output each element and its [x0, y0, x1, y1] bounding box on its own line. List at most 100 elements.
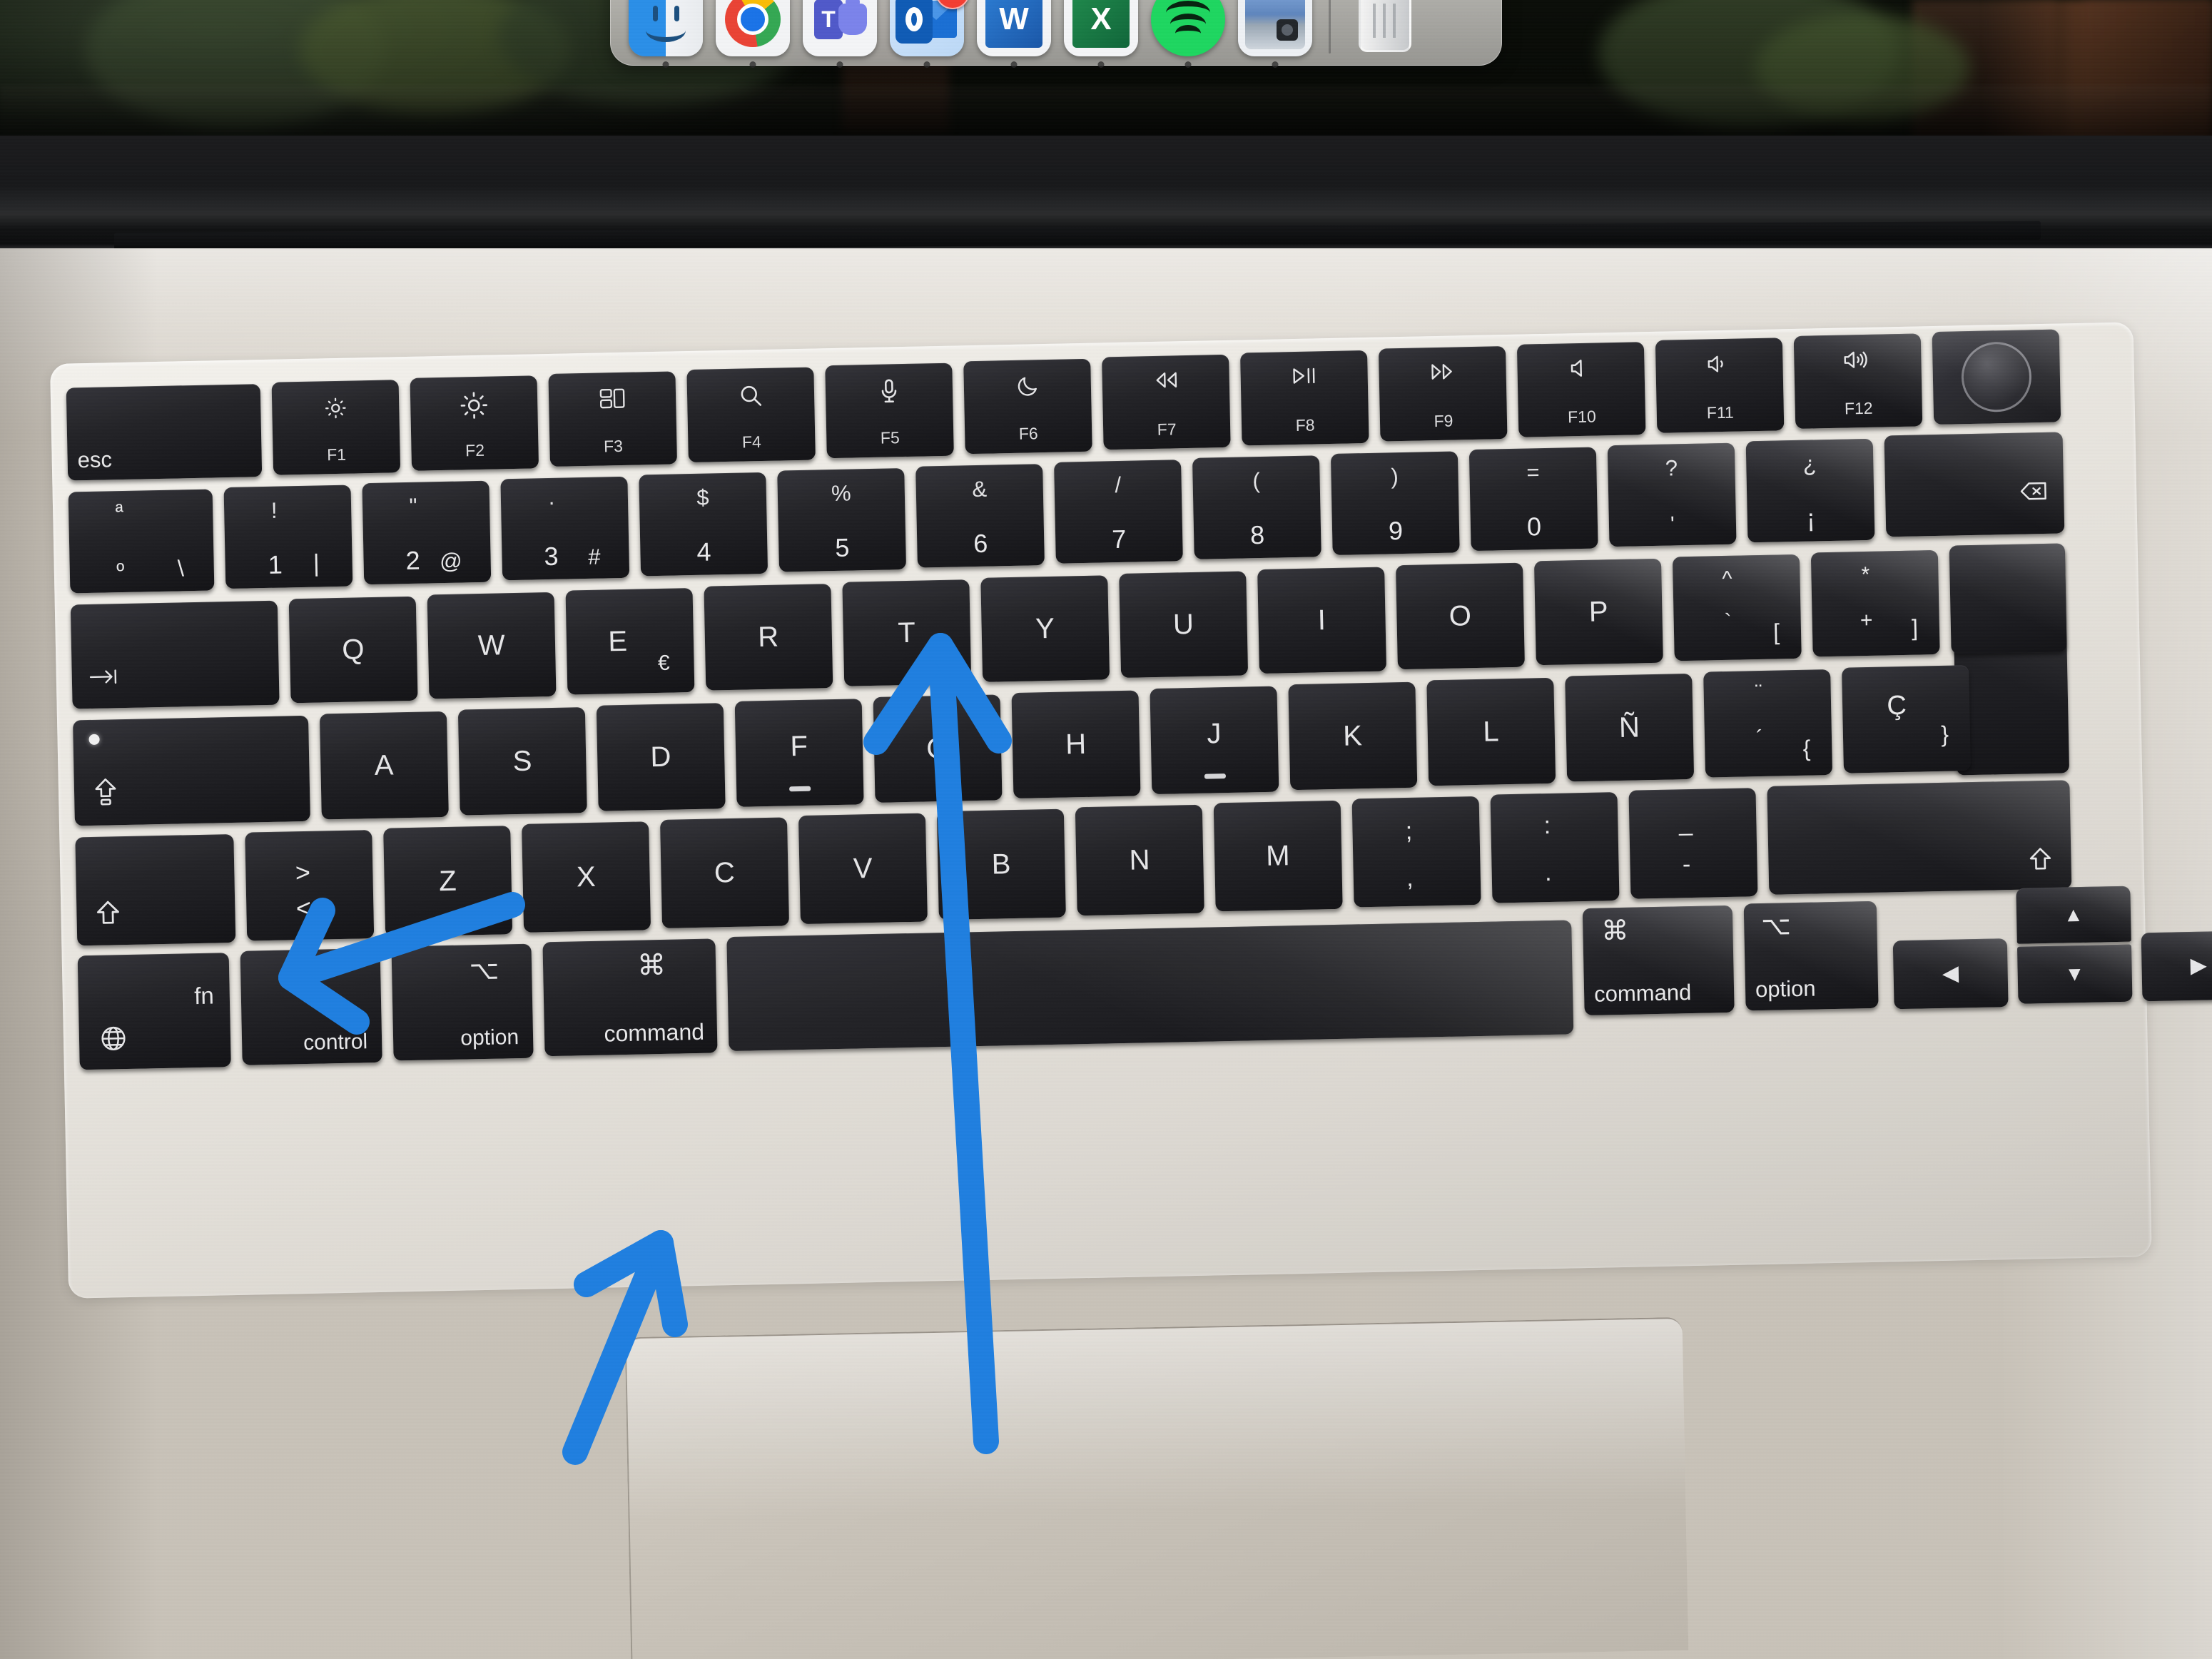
key-return-upper-notch[interactable]: [1949, 543, 2067, 654]
key-label-9: 9: [1388, 515, 1404, 546]
key-a[interactable]: A: [319, 711, 449, 820]
trackpad[interactable]: [624, 1316, 1689, 1659]
key-f4[interactable]: F4: [686, 367, 816, 463]
key-fn[interactable]: fn: [77, 953, 231, 1070]
key-left-command[interactable]: ⌘ command: [542, 938, 718, 1057]
key-c[interactable]: C: [659, 817, 790, 928]
key-2[interactable]: " 2 @: [362, 480, 492, 585]
key-e[interactable]: E €: [565, 587, 695, 695]
key-7[interactable]: / 7: [1054, 460, 1183, 564]
key-u[interactable]: U: [1119, 571, 1249, 678]
key-right-option[interactable]: ⌥ option: [1743, 900, 1879, 1011]
key-f1[interactable]: F1: [271, 380, 401, 475]
key-f[interactable]: F: [734, 699, 864, 807]
key-label-m: M: [1265, 840, 1291, 872]
key-right-command[interactable]: ⌘ command: [1582, 905, 1735, 1016]
key-k[interactable]: K: [1288, 681, 1418, 791]
key-5[interactable]: % 5: [777, 468, 907, 572]
key-j[interactable]: J: [1150, 686, 1279, 795]
key-right-shift[interactable]: [1767, 780, 2072, 895]
key-3[interactable]: · 3 #: [500, 476, 630, 581]
key-circumflex-bracket[interactable]: ^ ` [: [1672, 554, 1802, 661]
key-8[interactable]: ( 8: [1192, 455, 1321, 559]
key-b[interactable]: B: [936, 808, 1066, 920]
dock-item-teams[interactable]: T: [803, 0, 877, 68]
key-g[interactable]: G: [873, 694, 1003, 803]
key-h[interactable]: H: [1011, 690, 1141, 799]
key-f5[interactable]: F5: [825, 362, 954, 459]
key-f10[interactable]: F10: [1516, 342, 1646, 437]
key-enye[interactable]: Ñ: [1565, 673, 1695, 782]
key-cedilla[interactable]: Ç }: [1842, 665, 1971, 773]
key-label-f10: F10: [1567, 407, 1596, 427]
key-n[interactable]: N: [1075, 804, 1204, 916]
key-colon-period[interactable]: : .: [1490, 792, 1620, 903]
key-masculine-ordinal[interactable]: ª º \: [68, 489, 215, 594]
key-underscore-hyphen[interactable]: _ -: [1628, 788, 1758, 899]
key-touch-id-power[interactable]: [1932, 329, 2061, 425]
key-x[interactable]: X: [522, 821, 651, 933]
key-label-inverted-exclamation: ¡: [1806, 503, 1816, 533]
key-f8[interactable]: F8: [1240, 350, 1369, 446]
dock-item-outlook[interactable]: 3: [890, 0, 970, 68]
key-caps-lock[interactable]: [73, 715, 310, 826]
key-f11[interactable]: F11: [1655, 338, 1785, 433]
key-y[interactable]: Y: [980, 575, 1110, 682]
dock-item-spotify[interactable]: [1151, 0, 1225, 68]
dock-item-finder[interactable]: [629, 0, 703, 68]
key-arrow-down[interactable]: ▼: [2016, 944, 2133, 1004]
key-m[interactable]: M: [1213, 800, 1343, 912]
key-label-brace-open: {: [1802, 735, 1811, 761]
key-p[interactable]: P: [1533, 558, 1663, 666]
key-o[interactable]: O: [1396, 562, 1525, 670]
key-less-greater[interactable]: > <: [245, 830, 375, 941]
key-left-shift[interactable]: [75, 833, 236, 946]
key-diaeresis-acute[interactable]: ¨ ´ {: [1703, 669, 1833, 778]
key-inverted-exclamation[interactable]: ¿ ¡: [1745, 438, 1875, 543]
key-arrow-right[interactable]: ▶: [2141, 930, 2212, 1002]
key-f9[interactable]: F9: [1378, 346, 1508, 442]
key-label-2: 2: [405, 545, 421, 576]
dock-item-excel[interactable]: X: [1064, 0, 1138, 68]
key-asterisk-bracket[interactable]: * + ]: [1810, 549, 1940, 657]
dock-item-trash[interactable]: [1347, 0, 1421, 56]
key-4[interactable]: $ 4: [639, 472, 768, 577]
key-space[interactable]: [726, 920, 1574, 1052]
key-semicolon-comma[interactable]: ; ,: [1351, 796, 1481, 908]
key-s[interactable]: S: [457, 707, 587, 816]
key-tab[interactable]: [70, 600, 280, 709]
do-not-disturb-moon-icon: [964, 373, 1092, 405]
key-f12[interactable]: F12: [1793, 333, 1923, 429]
key-arrow-up[interactable]: ▲: [2016, 886, 2131, 944]
dock-item-chrome[interactable]: [716, 0, 790, 68]
key-left-option[interactable]: ⌥ option: [391, 943, 534, 1061]
key-d[interactable]: D: [596, 703, 726, 811]
key-apostrophe[interactable]: ? ': [1607, 442, 1737, 547]
key-v[interactable]: V: [798, 813, 928, 925]
key-z[interactable]: Z: [383, 826, 513, 937]
key-6[interactable]: & 6: [915, 464, 1045, 568]
key-t[interactable]: T: [842, 579, 972, 686]
key-9[interactable]: ) 9: [1330, 451, 1460, 555]
shift-arrow-icon: [2028, 847, 2053, 876]
key-arrow-left[interactable]: ◀: [1892, 938, 2009, 1010]
key-0[interactable]: = 0: [1468, 447, 1598, 552]
key-esc[interactable]: esc: [66, 384, 263, 481]
key-delete[interactable]: [1884, 432, 2065, 537]
key-i[interactable]: I: [1257, 567, 1387, 674]
dock-item-photos[interactable]: [1238, 0, 1312, 68]
dock-item-word[interactable]: W: [977, 0, 1051, 68]
spotlight-search-icon: [687, 382, 815, 415]
key-1[interactable]: ! 1 |: [223, 484, 353, 589]
keyboard[interactable]: esc F1 F2 F3 F4 F5 F6 F7 F8 F9 F10 F11 F…: [50, 322, 2212, 1306]
key-l[interactable]: L: [1426, 677, 1556, 786]
key-r[interactable]: R: [704, 584, 833, 691]
key-left-control[interactable]: ⌃ control: [240, 948, 382, 1065]
key-w[interactable]: W: [427, 592, 557, 699]
macos-dock[interactable]: T 3 W X: [610, 0, 1502, 68]
key-f3[interactable]: F3: [548, 371, 677, 467]
key-q[interactable]: Q: [288, 596, 418, 704]
key-f6[interactable]: F6: [963, 358, 1092, 455]
key-f7[interactable]: F7: [1102, 354, 1231, 450]
key-f2[interactable]: F2: [410, 375, 539, 471]
